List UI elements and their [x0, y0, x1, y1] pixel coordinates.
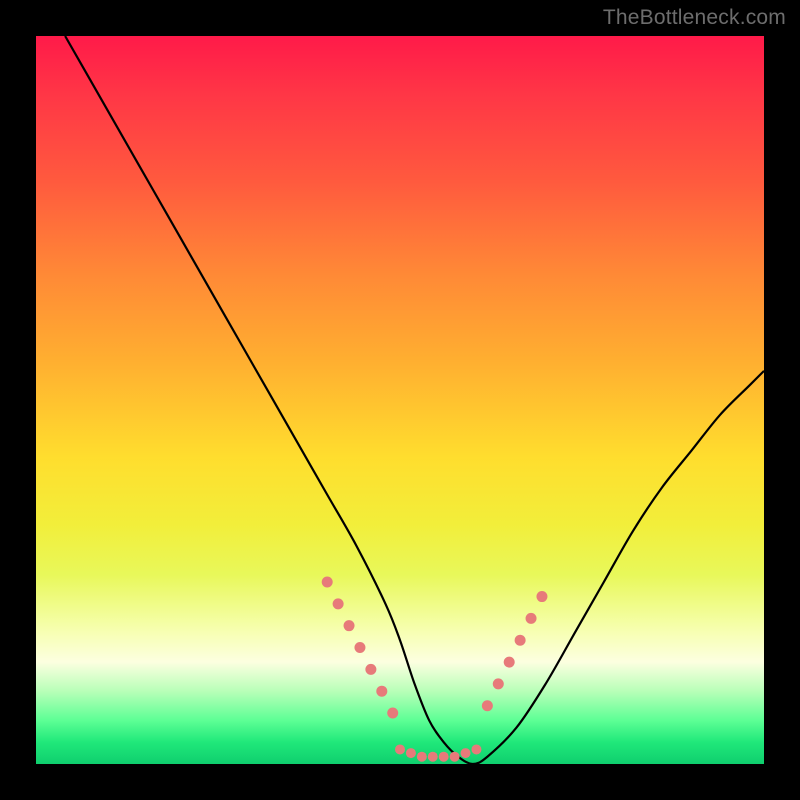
chart-frame: TheBottleneck.com — [0, 0, 800, 800]
marker-dot — [482, 700, 493, 711]
marker-dot — [450, 752, 460, 762]
marker-dot — [461, 748, 471, 758]
marker-dot — [376, 686, 387, 697]
curve-layer — [36, 36, 764, 764]
marker-dot — [439, 752, 449, 762]
plot-area — [36, 36, 764, 764]
bottleneck-curve — [65, 36, 764, 764]
marker-dot — [354, 642, 365, 653]
marker-dot — [515, 635, 526, 646]
marker-dot — [406, 748, 416, 758]
marker-dot — [493, 678, 504, 689]
valley-markers — [322, 577, 548, 762]
marker-dot — [504, 657, 515, 668]
marker-dot — [536, 591, 547, 602]
marker-dot — [322, 577, 333, 588]
marker-dot — [417, 752, 427, 762]
marker-dot — [333, 598, 344, 609]
marker-dot — [344, 620, 355, 631]
marker-dot — [428, 752, 438, 762]
watermark-text: TheBottleneck.com — [603, 6, 786, 30]
marker-dot — [387, 708, 398, 719]
main-curve — [65, 36, 764, 764]
marker-dot — [471, 744, 481, 754]
marker-dot — [365, 664, 376, 675]
marker-dot — [526, 613, 537, 624]
marker-dot — [395, 744, 405, 754]
